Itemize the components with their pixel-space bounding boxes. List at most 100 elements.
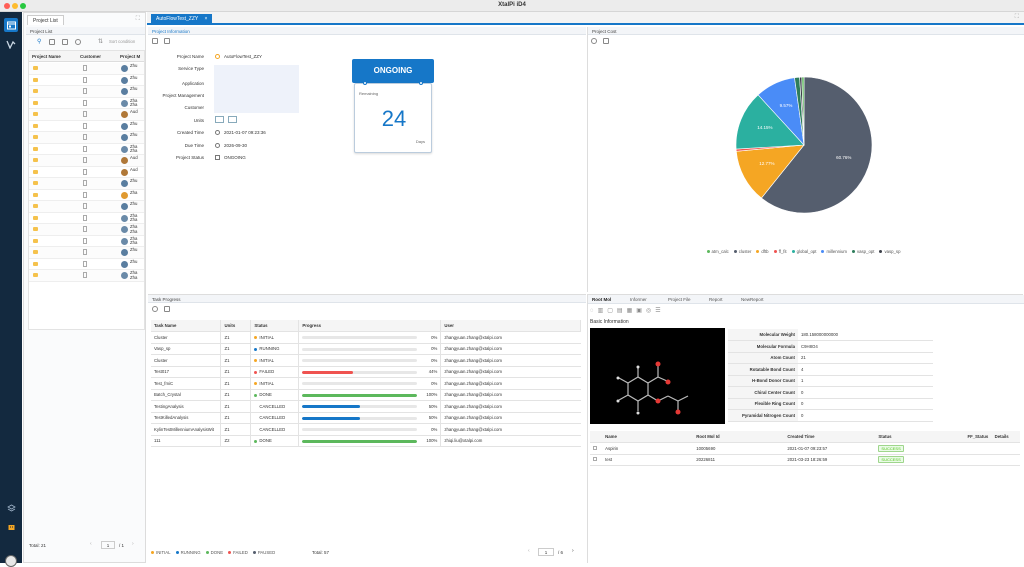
col-progress[interactable]: Progress [298, 320, 442, 332]
row-checkbox[interactable] [593, 457, 597, 462]
task-row[interactable]: KylinTestMillenniumAnalysisWit Z1 CANCELLE… [151, 423, 581, 436]
task-row[interactable]: Cluster Z1 INITIAL 0% zhangyuan.zhang@xtalpi… [151, 354, 581, 367]
legend-vasp_opt[interactable]: vasp_opt [852, 249, 874, 254]
project-row[interactable]: Zhu [29, 178, 144, 190]
refresh-icon[interactable]: ◌ [590, 308, 598, 314]
col-user[interactable]: User [440, 320, 581, 332]
table-icon[interactable]: ▦ [627, 308, 637, 314]
task-row[interactable]: Vasp_sp Z1 RUNNING 0% zhangyuan.zhang@xtalpi… [151, 343, 581, 355]
project-row[interactable]: Zhu [29, 247, 144, 259]
project-list-icon[interactable] [4, 18, 18, 32]
expand-icon[interactable]: ⛶ [136, 16, 140, 23]
tab-autoflowtest[interactable]: AutoFlowTest_ZZY × [151, 14, 213, 24]
task-row[interactable]: Batch_Crystal Z1 DONE 100% zhangyuan.zhang@x… [151, 389, 581, 401]
col-status[interactable]: Status [250, 320, 300, 332]
list-icon[interactable]: ☰ [655, 308, 664, 314]
fullscreen-icon[interactable]: ⛶ [1015, 14, 1019, 21]
robot-icon[interactable] [4, 520, 18, 534]
project-row[interactable]: Zhu [29, 74, 144, 86]
sort-icon[interactable]: ⇅ [98, 38, 103, 45]
project-row[interactable]: Zha Zha [29, 224, 144, 236]
refresh-icon[interactable] [591, 38, 597, 44]
col-ff-status[interactable]: FF_Status [964, 431, 992, 443]
project-row[interactable]: Zhu [29, 258, 144, 270]
logo-icon[interactable] [4, 37, 18, 51]
project-row[interactable]: Zhu [29, 86, 144, 98]
sort-condition-input[interactable]: Sort condition [109, 39, 135, 44]
project-row[interactable]: Zha Zha [29, 235, 144, 247]
tab-root-mol[interactable]: Root Mol [592, 297, 611, 302]
save-icon[interactable] [164, 38, 170, 44]
select-all-checkbox[interactable] [590, 431, 603, 443]
col-name[interactable]: Name [602, 431, 694, 443]
search-icon[interactable]: ⚲ [37, 38, 41, 45]
unit-tag[interactable] [228, 116, 237, 123]
close-tab-icon[interactable]: × [205, 16, 208, 22]
export-icon[interactable] [603, 38, 609, 44]
project-row[interactable]: Zhu [29, 201, 144, 213]
legend-cluster[interactable]: cluster [733, 249, 751, 254]
legend-dftb[interactable]: dftb [756, 249, 769, 254]
project-row[interactable]: Zhu [29, 120, 144, 132]
task-row[interactable]: TestKilledAnalysis Z1 CANCELLED 50% zhangyua… [151, 412, 581, 424]
project-row[interactable]: Zha Zha [29, 97, 144, 109]
legend-atm_calc[interactable]: atm_calc [706, 249, 729, 254]
task-row[interactable]: Test017 Z1 FAILED 44% zhangyuan.zhang@xtalpi… [151, 366, 581, 378]
project-row[interactable]: Zha [29, 189, 144, 201]
molecule-viewer[interactable] [590, 328, 725, 424]
settings-icon[interactable]: ◎ [646, 308, 655, 314]
col-customer[interactable]: Customer [80, 54, 101, 59]
project-row[interactable]: Zha Zha [29, 212, 144, 224]
task-row[interactable]: 111 Z2 DONE 100% zhiqi.liu@xtalpi.com [151, 435, 581, 447]
col-project-manager[interactable]: Project M [120, 54, 140, 59]
legend-global_opt[interactable]: global_opt [791, 249, 816, 254]
refresh-icon[interactable] [75, 39, 81, 45]
edit-icon[interactable] [152, 38, 158, 44]
project-row[interactable]: Zha Zha [29, 143, 144, 155]
task-row[interactable]: Test_fmiC Z1 INITIAL 0% zhangyuan.zhang@xtal… [151, 377, 581, 390]
project-row[interactable]: Aud [29, 166, 144, 178]
export-icon[interactable] [164, 306, 170, 312]
grid-icon[interactable] [62, 39, 68, 45]
col-details[interactable]: Details [991, 431, 1020, 443]
chart-icon[interactable]: ▥ [598, 308, 608, 314]
copy-icon[interactable]: ▢ [607, 308, 617, 314]
file-icon[interactable]: ▤ [617, 308, 627, 314]
root-mol-row[interactable]: Aspirin 10005690 2021-01-07 09:23:57 SUCCES… [590, 442, 1020, 455]
root-mol-row[interactable]: test 20226811 2021-03-23 18:26:59 SUCCESS [590, 454, 1020, 466]
next-page-button[interactable]: › [572, 548, 574, 554]
col-root-mol-id[interactable]: Root Mol Id [693, 431, 785, 443]
col-units[interactable]: Units [220, 320, 252, 332]
project-row[interactable]: Zha Zha [29, 270, 144, 282]
project-row[interactable]: Aud [29, 109, 144, 121]
layers-icon[interactable] [4, 501, 18, 515]
page-input[interactable]: 1 [101, 541, 115, 549]
project-row[interactable]: Zhu [29, 132, 144, 144]
grid-icon[interactable]: ▣ [636, 308, 646, 314]
task-row[interactable]: TestingAnalysis Z1 CANCELLED 50% zhangyuan.z… [151, 400, 581, 413]
prev-page-button[interactable]: ‹ [528, 548, 530, 554]
page-input[interactable]: 1 [538, 548, 554, 556]
next-page-button[interactable]: › [132, 541, 134, 547]
project-row[interactable]: Aud [29, 155, 144, 167]
col-created-time[interactable]: Created Time [784, 431, 876, 443]
tab-informer[interactable]: Informer [630, 297, 647, 302]
row-checkbox[interactable] [593, 445, 597, 450]
filter-icon[interactable] [49, 39, 55, 45]
legend-millennium[interactable]: millennium [821, 249, 847, 254]
prev-page-button[interactable]: ‹ [90, 541, 92, 547]
refresh-icon[interactable] [152, 306, 158, 312]
col-task-name[interactable]: Task Name [151, 320, 222, 332]
tab-project-file[interactable]: Project File [668, 297, 691, 302]
tab-report[interactable]: Report [709, 297, 723, 302]
project-row[interactable]: Zhu [29, 63, 144, 75]
col-status[interactable]: Status [875, 431, 965, 443]
task-row[interactable]: Cluster Z1 INITIAL 0% zhangyuan.zhang@xtalpi… [151, 331, 581, 344]
tab-project-list[interactable]: Project List [27, 15, 64, 25]
tab-newreport[interactable]: NewReport [741, 297, 764, 302]
legend-ff_fit[interactable]: ff_fit [773, 249, 787, 254]
user-avatar[interactable] [5, 555, 17, 567]
col-project-name[interactable]: Project Name [32, 54, 61, 59]
unit-tag[interactable] [215, 116, 224, 123]
legend-vasp_sp[interactable]: vasp_sp [879, 249, 900, 254]
